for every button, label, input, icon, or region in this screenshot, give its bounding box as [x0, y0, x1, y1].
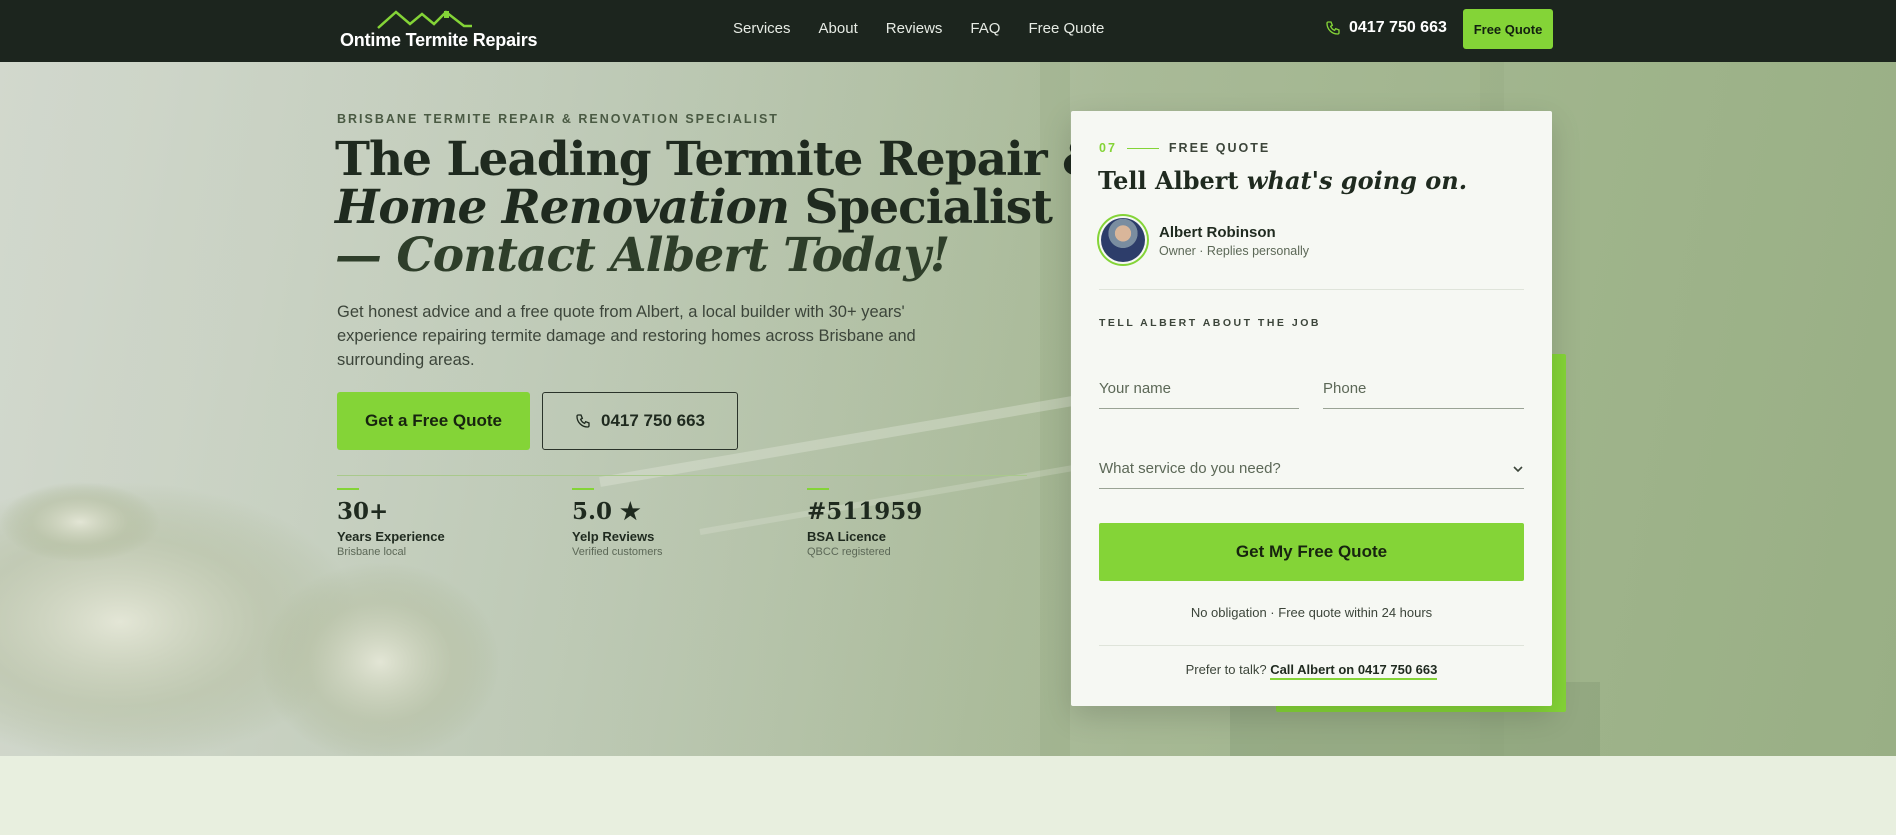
card-divider [1099, 645, 1524, 646]
nav-phone-number: 0417 750 663 [1349, 19, 1447, 36]
hero-phone-number: 0417 750 663 [601, 411, 705, 430]
step-rule [1126, 147, 1159, 149]
step-title: FREE QUOTE [1168, 141, 1271, 155]
stat-accent [807, 488, 829, 490]
hero-description: Get honest advice and a free quote from … [337, 303, 916, 369]
card-title: Tell Albert what's going on. [1098, 166, 1467, 195]
phone-field [1323, 369, 1524, 409]
nav-links: Services About Reviews FAQ Free Quote [733, 20, 1104, 37]
service-select-placeholder: What service do you need? [1099, 460, 1281, 477]
stat-accent [337, 488, 359, 490]
stats-divider [337, 475, 1027, 476]
top-nav: Ontime Termite Repairs Services About Re… [0, 0, 1896, 62]
chevron-down-icon [1513, 465, 1523, 472]
card-step-label: 07 FREE QUOTE [1099, 141, 1270, 155]
call-prompt: Prefer to talk? Call Albert on 0417 750 … [1071, 662, 1552, 680]
stat-label: BSA Licence [807, 529, 886, 544]
nav-link-about[interactable]: About [819, 20, 858, 37]
nav-link-free-quote[interactable]: Free Quote [1028, 20, 1104, 37]
stat-number: #511959 [807, 498, 923, 525]
card-title-plain: Tell Albert [1098, 166, 1247, 195]
stat-label: Yelp Reviews [572, 529, 655, 544]
call-albert-link[interactable]: Call Albert on 0417 750 663 [1270, 662, 1438, 680]
stat-subtext: Verified customers [572, 546, 663, 558]
nav-free-quote-button[interactable]: Free Quote [1463, 9, 1553, 49]
quote-form-card: 07 FREE QUOTE Tell Albert what's going o… [1071, 111, 1552, 706]
avatar [1097, 214, 1149, 266]
service-select[interactable]: What service do you need? [1099, 449, 1524, 489]
owner-role: Owner · Replies personally [1159, 244, 1310, 258]
nav-link-reviews[interactable]: Reviews [886, 20, 943, 37]
call-prompt-text: Prefer to talk? [1185, 662, 1271, 677]
headline-line-2-rest: Specialist [789, 180, 1053, 235]
next-section-band [0, 756, 1896, 835]
get-free-quote-button[interactable]: Get a Free Quote [337, 392, 530, 450]
stat-label: Years Experience [337, 529, 445, 544]
name-field [1099, 369, 1299, 409]
stat-accent [572, 488, 594, 490]
nav-link-faq[interactable]: FAQ [970, 20, 1000, 37]
stat-licence: #511959 BSA Licence QBCC registered [807, 488, 1007, 558]
hero-eyebrow: BRISBANE TERMITE REPAIR & RENOVATION SPE… [337, 112, 779, 126]
headline-line-1: The Leading Termite Repair & [335, 132, 1104, 187]
stat-reviews: 5.0 ★ Yelp Reviews Verified customers [572, 488, 772, 558]
hero-phone-button[interactable]: 0417 750 663 [542, 392, 738, 450]
card-divider [1099, 289, 1524, 290]
stat-subtext: QBCC registered [807, 546, 891, 558]
headline-emphasis: Home Renovation [335, 180, 790, 235]
owner-photo [1101, 218, 1145, 262]
name-input[interactable] [1099, 369, 1299, 408]
step-number: 07 [1099, 141, 1117, 155]
form-fineprint: No obligation · Free quote within 24 hou… [1190, 605, 1433, 620]
phone-icon [576, 414, 590, 428]
stat-subtext: Brisbane local [337, 546, 407, 558]
headline-line-2: Home Renovation Specialist [335, 184, 1055, 232]
phone-icon [1326, 21, 1340, 35]
submit-quote-button[interactable]: Get My Free Quote [1099, 523, 1524, 581]
headline-contact-albert: — Contact Albert Today! [335, 228, 950, 283]
stat-number: 30+ [337, 498, 389, 525]
owner-name: Albert Robinson [1159, 224, 1276, 241]
phone-input[interactable] [1323, 369, 1524, 408]
job-section-label: TELL ALBERT ABOUT THE JOB [1099, 317, 1321, 329]
headline-line-3: — Contact Albert Today! [335, 232, 1055, 280]
stat-experience: 30+ Years Experience Brisbane local [337, 488, 537, 558]
brand-name: Ontime Termite Repairs [340, 30, 538, 50]
hero-headline: The Leading Termite Repair & Home Renova… [335, 132, 1104, 280]
roof-logo-icon [377, 10, 472, 29]
card-title-emphasis: what's going on. [1246, 166, 1468, 195]
stat-number: 5.0 ★ [572, 498, 641, 525]
nav-phone-link[interactable]: 0417 750 663 [1325, 19, 1447, 37]
brand-logo[interactable]: Ontime Termite Repairs [338, 8, 538, 54]
nav-link-services[interactable]: Services [733, 20, 791, 37]
